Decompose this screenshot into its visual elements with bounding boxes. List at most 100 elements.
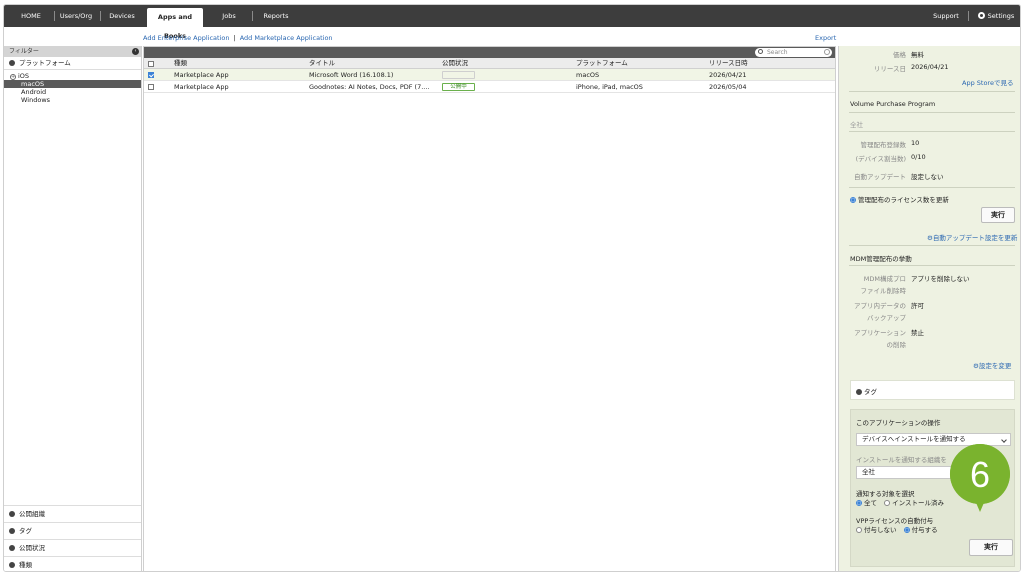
profile-removal-value: アプリを削除しない (911, 275, 970, 283)
filter-section-label: プラットフォーム (19, 59, 71, 67)
filter-section-org[interactable]: 公開組織 (4, 505, 141, 522)
divider (849, 265, 1015, 266)
add-application-links: Add Enterprise Application | Add Marketpla… (143, 34, 333, 42)
link-separator: | (233, 34, 236, 42)
collapse-icon[interactable]: ‹ (132, 48, 139, 55)
table-row[interactable]: Marketplace App Microsoft Word (16.108.1… (144, 69, 835, 81)
select-all-checkbox[interactable] (148, 61, 154, 67)
autoupdate-settings-label: 自動アップデート設定を更新 (932, 234, 1018, 242)
license-update-label: 管理配布のライセンス数を更新 (858, 196, 949, 204)
nav-support[interactable]: Support (929, 5, 963, 27)
platform-tree: + iOS macOS Android Windows (4, 70, 141, 104)
licenses-value: 10 (911, 139, 920, 147)
tree-node-ios[interactable]: + iOS (4, 72, 141, 80)
filter-section-type[interactable]: 種類 (4, 556, 141, 571)
filter-section-label: 種類 (19, 561, 32, 569)
filter-section-platform[interactable]: プラットフォーム (4, 57, 141, 70)
target-installed-label: インストール済み (892, 499, 944, 507)
expand-icon (9, 528, 15, 534)
gear-icon (977, 12, 985, 19)
org-select[interactable]: 全社 (856, 466, 956, 479)
export-link[interactable]: Export (815, 34, 836, 42)
filter-section-label: タグ (19, 527, 32, 535)
app-store-link[interactable]: App Storeで見る (962, 77, 1013, 87)
operations-title: このアプリケーションの操作 (856, 419, 941, 427)
release-label: リリース日 (873, 65, 906, 73)
nav-divider (252, 11, 253, 21)
row-checkbox[interactable] (148, 84, 154, 90)
nav-users-org[interactable]: Users/Org (57, 5, 95, 27)
status-badge: 公開中 (442, 83, 475, 91)
column-header-status[interactable]: 公開状況 (442, 58, 468, 69)
search-input[interactable]: Search (755, 48, 832, 57)
radio-target-installed[interactable] (884, 500, 891, 506)
cell-release: 2026/04/21 (709, 71, 747, 79)
nav-divider (968, 11, 969, 21)
column-header-type[interactable]: 種類 (174, 58, 187, 69)
filter-section-label: 公開状況 (19, 544, 45, 552)
cell-type: Marketplace App (174, 71, 229, 79)
expand-icon (9, 545, 15, 551)
nav-divider (54, 11, 55, 21)
vpp-yes-label: 付与する (911, 526, 938, 534)
filter-section-status[interactable]: 公開状況 (4, 539, 141, 556)
table-row[interactable]: Marketplace App Goodnotes: AI Notes, Doc… (144, 81, 835, 93)
divider (849, 91, 1015, 92)
search-placeholder: Search (767, 49, 788, 56)
profile-removal-label: MDM構成プロ (863, 275, 906, 283)
radio-vpp-no[interactable] (856, 527, 862, 533)
filter-label: フィルター (9, 48, 39, 55)
app-deletion-label: アプリケーション (854, 329, 906, 337)
expand-icon (9, 511, 15, 517)
run-license-update-button[interactable]: 実行 (981, 207, 1015, 223)
cell-title: Microsoft Word (16.108.1) (309, 71, 394, 79)
row-checkbox[interactable] (148, 72, 154, 78)
column-header-platform[interactable]: プラットフォーム (576, 58, 628, 69)
column-header-release[interactable]: リリース日時 (709, 58, 748, 69)
release-value: 2026/04/21 (911, 63, 949, 71)
nav-jobs[interactable]: Jobs (214, 5, 244, 27)
license-update-option[interactable]: 管理配布のライセンス数を更新 (850, 194, 949, 204)
nav-reports[interactable]: Reports (258, 5, 294, 27)
tree-item-windows[interactable]: Windows (4, 96, 141, 104)
change-settings-link[interactable]: ⚙設定を変更 (973, 360, 1011, 370)
nav-devices[interactable]: Devices (105, 5, 139, 27)
app-list: Search 種類 タイトル 公開状況 プラットフォーム リリース日時 Mark… (143, 46, 836, 571)
filter-section-label: 公開組織 (19, 510, 45, 518)
tag-section[interactable]: タグ (850, 380, 1015, 400)
tree-item-android[interactable]: Android (4, 88, 141, 96)
column-header-title[interactable]: タイトル (309, 58, 335, 69)
filter-section-tag[interactable]: タグ (4, 522, 141, 539)
radio-vpp-yes[interactable] (903, 527, 910, 533)
clear-icon[interactable] (824, 49, 830, 55)
filter-bottom-sections: 公開組織 タグ 公開状況 種類 (4, 505, 141, 571)
add-marketplace-app-link[interactable]: Add Marketplace Application (240, 34, 333, 42)
target-options: 全て インストール済み (856, 497, 944, 507)
backup-label: アプリ内データの (854, 302, 906, 310)
tree-item-macos[interactable]: macOS (4, 80, 141, 88)
autoupdate-settings-link[interactable]: ⚙自動アップデート設定を更新 (927, 232, 1017, 242)
org-label: インストールを通知する組織を (856, 456, 947, 464)
add-enterprise-app-link[interactable]: Add Enterprise Application (143, 34, 229, 42)
licenses-label: 管理配布登録数 (860, 141, 907, 149)
price-label: 価格 (893, 51, 906, 59)
nav-home[interactable]: HOME (12, 5, 50, 27)
nav-apps-and-books[interactable]: Apps and Books (147, 8, 203, 40)
run-operation-button[interactable]: 実行 (969, 539, 1013, 556)
nav-settings-label: Settings (987, 12, 1015, 20)
device-count-label: (デバイス割当数) (855, 155, 906, 163)
radio-target-all[interactable] (856, 500, 862, 506)
vpp-no-label: 付与しない (864, 526, 897, 534)
radio-selected[interactable] (850, 197, 856, 203)
filter-header: フィルター ‹ (4, 46, 141, 57)
callout-number: 6 (970, 454, 990, 495)
mdm-title: MDM管理配布の挙動 (850, 255, 912, 263)
cell-platform: macOS (576, 71, 600, 79)
tag-header: タグ (856, 386, 877, 396)
nav-settings[interactable]: Settings (974, 5, 1018, 27)
backup-value: 許可 (911, 302, 924, 310)
vpp-scope: 全社 (850, 121, 863, 129)
expand-icon (856, 389, 862, 395)
status-badge (442, 71, 475, 79)
cell-platform: iPhone, iPad, macOS (576, 83, 643, 91)
